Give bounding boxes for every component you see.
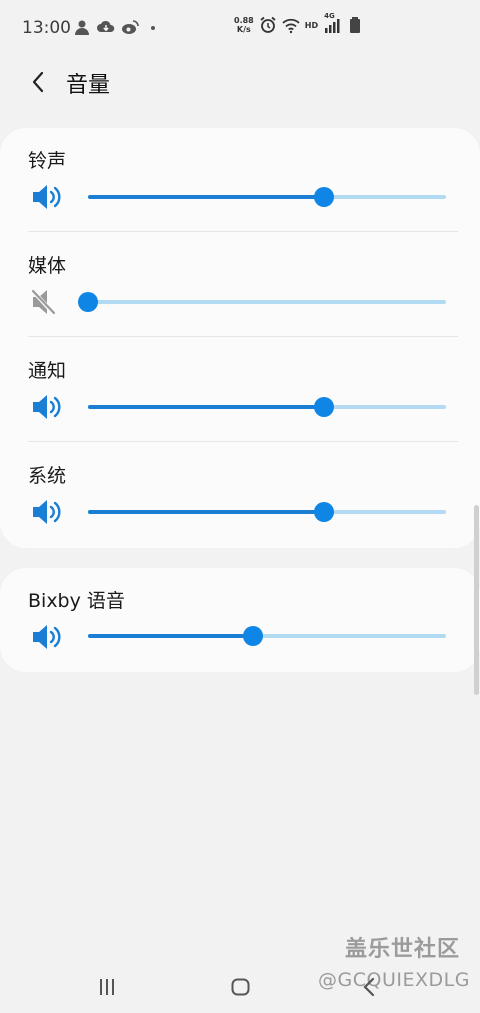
- speaker-icon[interactable]: [30, 182, 64, 212]
- volume-row-media: 媒体: [0, 233, 480, 337]
- speaker-icon[interactable]: [30, 497, 64, 527]
- recents-icon[interactable]: [98, 978, 116, 996]
- page-title: 音量: [66, 73, 111, 98]
- divider: [28, 336, 458, 337]
- status-time: 13:00: [22, 18, 71, 38]
- bixby-volume-card: Bixby 语音: [0, 568, 480, 672]
- hd-label: HD: [304, 20, 319, 30]
- network-type-label: 4G: [324, 12, 335, 20]
- system-status-icons: 0.88 K/s HD 4G: [234, 12, 364, 34]
- slider-fill: [88, 405, 324, 409]
- slider-thumb[interactable]: [314, 397, 334, 417]
- notification-icons: [73, 19, 155, 36]
- volume-row-system: 系统: [0, 443, 480, 547]
- notification-volume-slider[interactable]: [88, 397, 446, 417]
- battery-icon: [350, 17, 361, 33]
- divider: [28, 231, 458, 232]
- slider-thumb[interactable]: [314, 502, 334, 522]
- speaker-icon[interactable]: [30, 392, 64, 422]
- cell-signal: 4G: [323, 12, 341, 34]
- volume-row-ringtone: 铃声: [0, 128, 480, 232]
- slider-thumb[interactable]: [314, 187, 334, 207]
- volume-row-label: 铃声: [28, 150, 67, 172]
- volume-row-notification: 通知: [0, 338, 480, 442]
- chevron-left-icon: [32, 71, 44, 93]
- status-bar: 13:00 0.88 K/s HD 4G: [0, 0, 480, 56]
- alarm-icon: [260, 16, 276, 33]
- slider-thumb[interactable]: [243, 626, 263, 646]
- home-icon[interactable]: [231, 978, 250, 996]
- volume-settings-screen: 13:00 0.88 K/s HD 4G 音量 铃声 媒体 通知 系统 Bixb…: [0, 0, 480, 1013]
- bixby-volume-slider[interactable]: [88, 626, 446, 646]
- navigation-bar: [0, 960, 480, 1013]
- divider: [28, 441, 458, 442]
- ringtone-volume-slider[interactable]: [88, 187, 446, 207]
- speaker-icon[interactable]: [30, 622, 64, 652]
- slider-fill: [88, 634, 253, 638]
- network-speed: 0.88 K/s: [234, 16, 254, 34]
- slider-fill: [88, 195, 324, 199]
- volume-card: 铃声 媒体 通知 系统: [0, 128, 480, 548]
- network-speed-unit: K/s: [236, 25, 251, 34]
- weibo-icon: [122, 20, 139, 34]
- volume-row-bixby: Bixby 语音: [0, 568, 480, 672]
- person-notification-icon: [75, 20, 89, 35]
- wifi-icon: [282, 18, 300, 34]
- cloud-download-icon: [97, 20, 115, 32]
- watermark-title: 盖乐世社区: [345, 937, 461, 962]
- volume-row-label: 通知: [28, 360, 67, 382]
- volume-row-label: 媒体: [28, 255, 67, 277]
- speaker-muted-icon[interactable]: [30, 287, 64, 317]
- system-volume-slider[interactable]: [88, 502, 446, 522]
- media-volume-slider[interactable]: [78, 292, 446, 312]
- back-button[interactable]: [22, 66, 54, 98]
- slider-track: [88, 300, 446, 304]
- volume-row-label: Bixby 语音: [28, 590, 125, 612]
- more-notifications-dot: [151, 25, 155, 30]
- volume-row-label: 系统: [28, 465, 67, 487]
- scrollbar[interactable]: [474, 505, 479, 695]
- back-nav-icon[interactable]: [362, 977, 376, 997]
- slider-fill: [88, 510, 324, 514]
- app-bar: 音量: [0, 56, 480, 112]
- network-speed-value: 0.88: [234, 16, 254, 25]
- slider-thumb[interactable]: [78, 292, 98, 312]
